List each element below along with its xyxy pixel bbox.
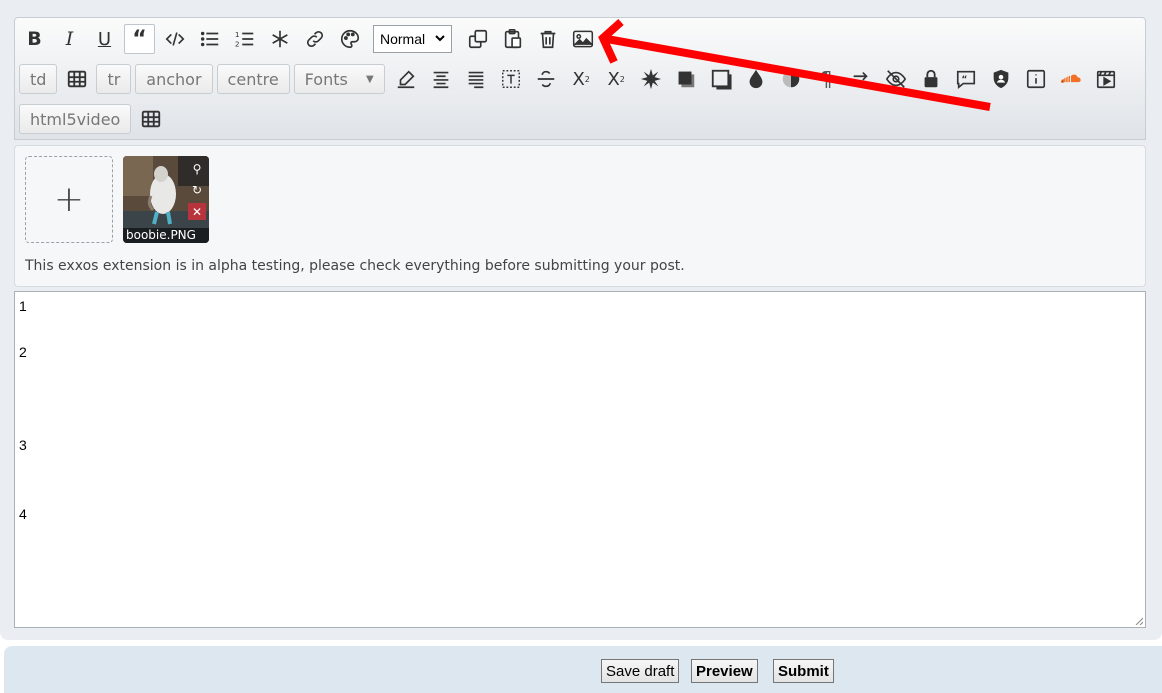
lock-icon[interactable] — [914, 64, 949, 94]
html5video-button[interactable]: html5video — [19, 104, 132, 134]
format-select-value: Normal — [380, 31, 426, 47]
anchor-button[interactable]: anchor — [135, 64, 213, 94]
table-grid-icon[interactable] — [133, 104, 168, 134]
contrast-icon[interactable] — [774, 64, 809, 94]
image-icon[interactable] — [565, 24, 600, 54]
superscript-icon[interactable]: X2 — [564, 64, 599, 94]
numbered-list-icon[interactable]: 12 — [227, 24, 262, 54]
quote-bubble-icon[interactable]: “ — [949, 64, 984, 94]
toolbar-row-1: B I U “ 12 Normal — [17, 19, 600, 59]
quote-icon[interactable]: “ — [124, 24, 155, 54]
add-attachment-button[interactable]: + — [25, 156, 113, 243]
rotate-icon[interactable]: ↻ — [188, 181, 206, 198]
align-justify-icon[interactable] — [459, 64, 494, 94]
posting-panel: B I U “ 12 Normal td tr anchor centre Fo… — [0, 0, 1162, 640]
format-select[interactable]: Normal — [373, 25, 452, 53]
highlight-pen-icon[interactable] — [389, 64, 424, 94]
centre-button[interactable]: centre — [216, 64, 290, 94]
chevron-down-icon — [434, 31, 446, 47]
save-draft-button[interactable]: Save draft — [601, 659, 680, 683]
svg-text:1: 1 — [234, 30, 239, 39]
shadow-box-icon[interactable] — [669, 64, 704, 94]
eye-slash-icon[interactable] — [879, 64, 914, 94]
resize-handle-icon[interactable] — [1135, 617, 1143, 625]
video-clapper-icon[interactable] — [1089, 64, 1124, 94]
shield-user-icon[interactable] — [984, 64, 1019, 94]
zoom-icon[interactable]: ⚲ — [188, 160, 206, 177]
alpha-notice: This exxos extension is in alpha testing… — [25, 258, 685, 274]
message-textarea[interactable]: 1 2 3 4 — [14, 291, 1146, 628]
link-icon[interactable] — [297, 24, 332, 54]
toolbar-row-3: html5video — [17, 99, 168, 139]
border-box-icon[interactable] — [704, 64, 739, 94]
caret-down-icon: ▼ — [365, 73, 374, 85]
editor-line: 3 — [19, 437, 27, 453]
copy-icon[interactable] — [460, 24, 495, 54]
italic-icon[interactable]: I — [52, 24, 87, 54]
soundcloud-icon[interactable] — [1054, 64, 1089, 94]
underline-icon[interactable]: U — [87, 24, 122, 54]
editor-line: 1 — [19, 298, 27, 314]
attachment-filename: boobie.PNG — [123, 228, 209, 243]
table-icon[interactable] — [59, 64, 94, 94]
submit-button[interactable]: Submit — [773, 659, 834, 683]
svg-text:2: 2 — [234, 39, 239, 48]
fonts-dropdown[interactable]: Fonts ▼ — [293, 64, 385, 94]
preview-button[interactable]: Preview — [691, 659, 758, 683]
paste-icon[interactable] — [495, 24, 530, 54]
bullet-list-icon[interactable] — [192, 24, 227, 54]
color-palette-icon[interactable] — [332, 24, 367, 54]
asterisk-icon[interactable] — [262, 24, 297, 54]
td-button[interactable]: td — [19, 64, 58, 94]
editor-line: 2 — [19, 344, 27, 360]
code-icon[interactable] — [157, 24, 192, 54]
tr-button[interactable]: tr — [96, 64, 132, 94]
text-box-icon[interactable] — [494, 64, 529, 94]
pilcrow-icon[interactable]: ¶ — [809, 64, 844, 94]
toolbar-row-2: td tr anchor centre Fonts ▼ X2 X2 ¶ “ — [17, 59, 1124, 99]
sparkle-icon[interactable] — [634, 64, 669, 94]
strikethrough-icon[interactable] — [529, 64, 564, 94]
attachments-panel: + ⚲ ↻ ✕ boobie.PNG This exxos extension … — [14, 145, 1146, 287]
editor-toolbar: B I U “ 12 Normal td tr anchor centre Fo… — [14, 17, 1146, 140]
drop-icon[interactable] — [739, 64, 774, 94]
subscript-icon[interactable]: X2 — [599, 64, 634, 94]
align-center-icon[interactable] — [424, 64, 459, 94]
attachment-thumbnail[interactable]: ⚲ ↻ ✕ boobie.PNG — [123, 156, 209, 243]
svg-text:“: “ — [962, 74, 968, 85]
info-box-icon[interactable] — [1019, 64, 1054, 94]
submit-bar: Save draft Preview Submit — [4, 646, 1162, 693]
trash-icon[interactable] — [530, 24, 565, 54]
fonts-label: Fonts — [304, 69, 348, 89]
delete-attachment-icon[interactable]: ✕ — [188, 203, 206, 220]
bold-icon[interactable]: B — [17, 24, 52, 54]
double-arrow-right-icon[interactable] — [844, 64, 879, 94]
editor-line: 4 — [19, 506, 27, 522]
